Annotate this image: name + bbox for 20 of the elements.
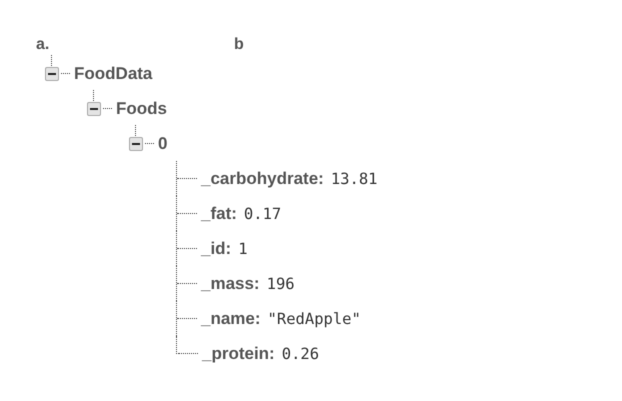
field-key: _carbohydrate:	[201, 168, 324, 188]
collapse-toggle[interactable]	[129, 136, 143, 150]
field-value: 0.26	[282, 344, 320, 362]
node-label: FoodData	[74, 64, 152, 84]
field-key: _protein:	[202, 344, 275, 364]
node-label: 0	[158, 134, 168, 154]
node-label: Foods	[116, 98, 167, 118]
panel-label: b	[234, 36, 245, 54]
collapse-toggle[interactable]	[87, 102, 101, 116]
field-value: "RedApple"	[268, 310, 361, 328]
field-value: 196	[266, 274, 295, 292]
field-value: 1	[238, 240, 248, 258]
collapse-toggle[interactable]	[45, 66, 59, 80]
field-key: _id:	[201, 238, 232, 258]
field-key: _fat:	[201, 204, 237, 224]
field-value: 0.17	[244, 204, 282, 222]
field-key: _mass:	[201, 274, 260, 294]
panel-label: a.	[36, 36, 50, 54]
field-value: 13.81	[330, 170, 378, 188]
field-key: _name:	[201, 308, 261, 328]
